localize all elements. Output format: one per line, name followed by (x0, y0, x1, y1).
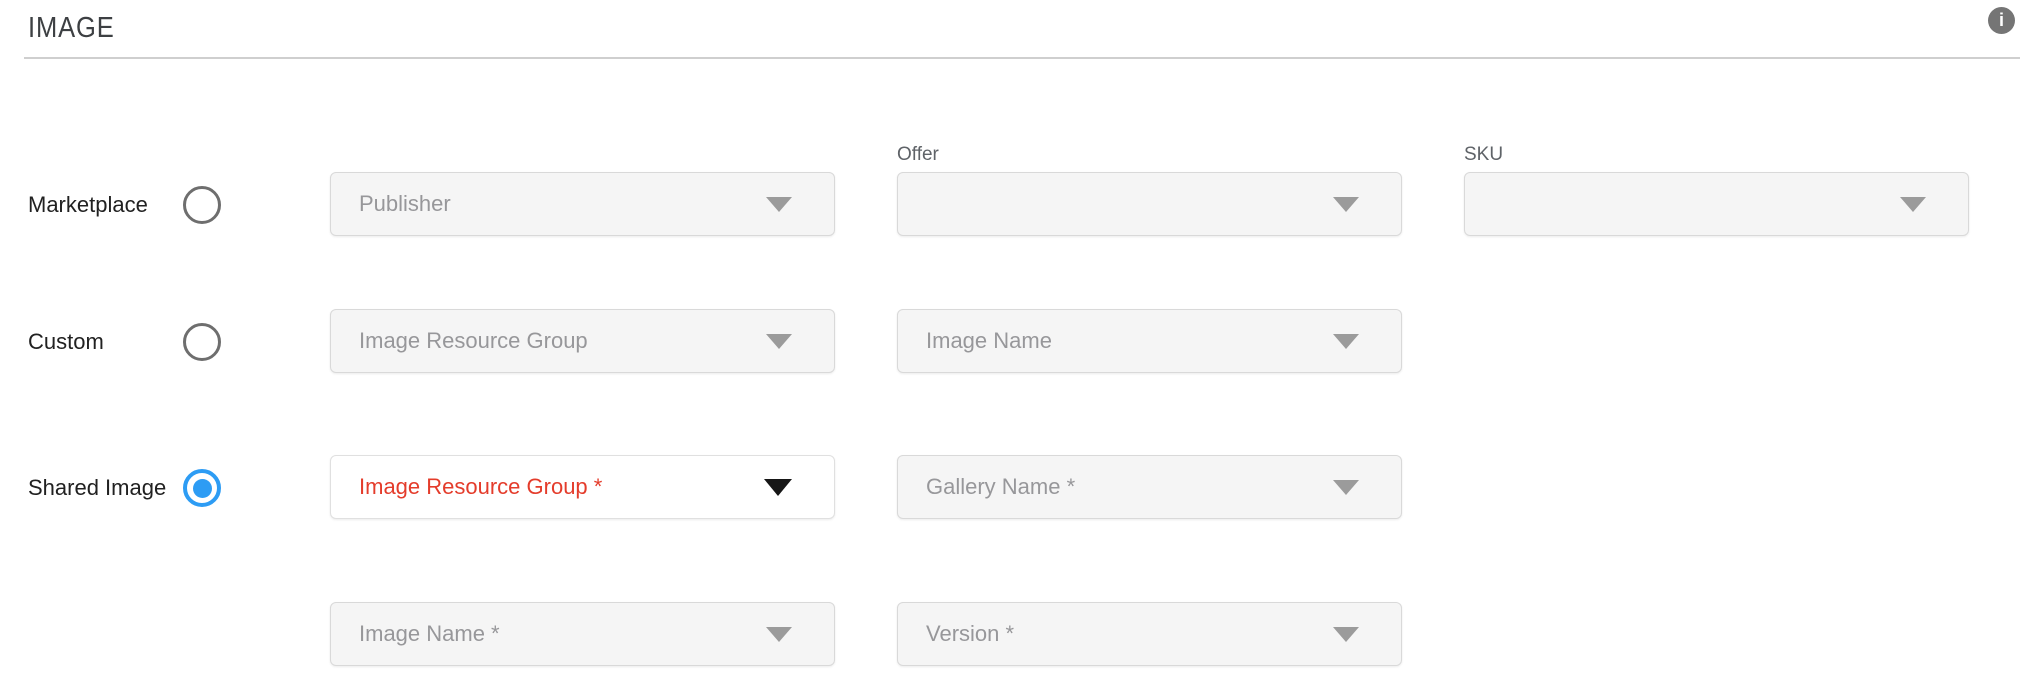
chevron-down-icon (766, 627, 792, 642)
chevron-down-icon (1900, 197, 1926, 212)
offer-field-label: Offer (897, 144, 939, 166)
custom-image-name-dropdown[interactable]: Image Name (897, 309, 1402, 373)
shared-image-radio[interactable] (183, 469, 221, 507)
gallery-name-placeholder: Gallery Name * (926, 474, 1075, 500)
custom-image-resource-group-dropdown[interactable]: Image Resource Group (330, 309, 835, 373)
custom-image-resource-group-placeholder: Image Resource Group (359, 328, 588, 354)
shared-image-resource-group-dropdown[interactable]: Image Resource Group * (330, 455, 835, 519)
sku-field-label: SKU (1464, 144, 1503, 166)
info-icon[interactable]: i (1988, 7, 2015, 34)
publisher-dropdown[interactable]: Publisher (330, 172, 835, 236)
publisher-placeholder: Publisher (359, 191, 451, 217)
offer-dropdown[interactable] (897, 172, 1402, 236)
chevron-down-icon (1333, 480, 1359, 495)
version-dropdown[interactable]: Version * (897, 602, 1402, 666)
gallery-name-dropdown[interactable]: Gallery Name * (897, 455, 1402, 519)
section-title: IMAGE (28, 12, 115, 45)
version-placeholder: Version * (926, 621, 1014, 647)
marketplace-radio[interactable] (183, 186, 221, 224)
radio-selected-dot (193, 479, 212, 498)
shared-image-resource-group-placeholder: Image Resource Group * (359, 474, 602, 500)
chevron-down-icon (766, 197, 792, 212)
header-divider (24, 57, 2020, 59)
chevron-down-icon (1333, 627, 1359, 642)
chevron-down-icon (764, 479, 792, 496)
chevron-down-icon (1333, 197, 1359, 212)
custom-option-label: Custom (28, 329, 104, 355)
custom-radio[interactable] (183, 323, 221, 361)
custom-image-name-placeholder: Image Name (926, 328, 1052, 354)
marketplace-option-label: Marketplace (28, 192, 148, 218)
shared-image-option-label: Shared Image (28, 475, 166, 501)
shared-image-name-dropdown[interactable]: Image Name * (330, 602, 835, 666)
shared-image-name-placeholder: Image Name * (359, 621, 500, 647)
chevron-down-icon (1333, 334, 1359, 349)
image-form-section: IMAGE i Marketplace Publisher Offer SKU … (0, 0, 2044, 686)
sku-dropdown[interactable] (1464, 172, 1969, 236)
chevron-down-icon (766, 334, 792, 349)
